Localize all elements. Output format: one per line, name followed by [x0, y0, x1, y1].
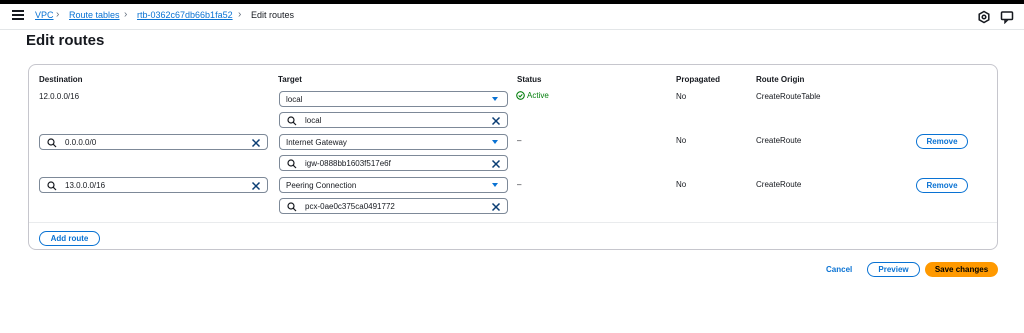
remove-button[interactable]: Remove [916, 178, 968, 193]
breadcrumb-current-page: Edit routes [251, 10, 295, 20]
search-icon [287, 116, 297, 126]
propagated-text: No [676, 180, 687, 189]
destination-input[interactable]: 0.0.0.0/0 [39, 134, 268, 150]
propagated-text: No [676, 92, 687, 101]
route-origin-text: CreateRouteTable [756, 92, 821, 101]
route-origin-text: CreateRoute [756, 136, 802, 145]
breadcrumb-route-table-id[interactable]: rtb-0362c67db66b1fa52 [137, 10, 233, 20]
clear-icon[interactable] [491, 116, 501, 126]
menu-icon[interactable] [12, 10, 24, 20]
target-type-select[interactable]: Internet Gateway [279, 134, 508, 150]
panel-divider [29, 222, 997, 223]
search-icon [287, 202, 297, 212]
search-icon [47, 181, 57, 191]
destination-text: 12.0.0.0/16 [39, 92, 80, 101]
preview-button[interactable]: Preview [867, 262, 920, 277]
breadcrumb-route-tables[interactable]: Route tables [69, 10, 120, 20]
search-icon [47, 138, 57, 148]
breadcrumb-vpc[interactable]: VPC [35, 10, 54, 20]
chevron-right-icon: › [56, 9, 60, 20]
target-type-select[interactable]: local [279, 91, 508, 107]
save-changes-button[interactable]: Save changes [925, 262, 998, 277]
propagated-text: No [676, 136, 687, 145]
add-route-button[interactable]: Add route [39, 231, 100, 246]
caret-down-icon [492, 183, 498, 187]
destination-input[interactable]: 13.0.0.0/16 [39, 177, 268, 193]
status-active: Active [516, 91, 549, 100]
target-id-input[interactable]: local [279, 112, 508, 128]
column-header-status: Status [517, 75, 542, 84]
page-title: Edit routes [26, 32, 105, 49]
chevron-right-icon: › [238, 9, 242, 20]
caret-down-icon [492, 140, 498, 144]
chevron-right-icon: › [124, 9, 128, 20]
route-origin-text: CreateRoute [756, 180, 802, 189]
settings-icon[interactable] [977, 10, 991, 24]
cancel-button[interactable]: Cancel [826, 265, 852, 274]
search-icon [287, 159, 297, 169]
caret-down-icon [492, 97, 498, 101]
status-text: – [517, 136, 522, 145]
check-circle-icon [516, 91, 525, 100]
top-navigation-bar: VPC › Route tables › rtb-0362c67db66b1fa… [0, 4, 1024, 30]
target-type-select[interactable]: Peering Connection [279, 177, 508, 193]
column-header-propagated: Propagated [676, 75, 721, 84]
status-text: – [517, 180, 522, 189]
clear-icon[interactable] [251, 181, 261, 191]
column-header-route-origin: Route Origin [756, 75, 805, 84]
clear-icon[interactable] [491, 159, 501, 169]
remove-button[interactable]: Remove [916, 134, 968, 149]
notifications-icon[interactable] [1000, 10, 1014, 24]
clear-icon[interactable] [251, 138, 261, 148]
target-id-input[interactable]: igw-0888bb1603f517e6f [279, 155, 508, 171]
target-id-input[interactable]: pcx-0ae0c375ca0491772 [279, 198, 508, 214]
column-header-target: Target [278, 75, 302, 84]
column-header-destination: Destination [39, 75, 83, 84]
clear-icon[interactable] [491, 202, 501, 212]
